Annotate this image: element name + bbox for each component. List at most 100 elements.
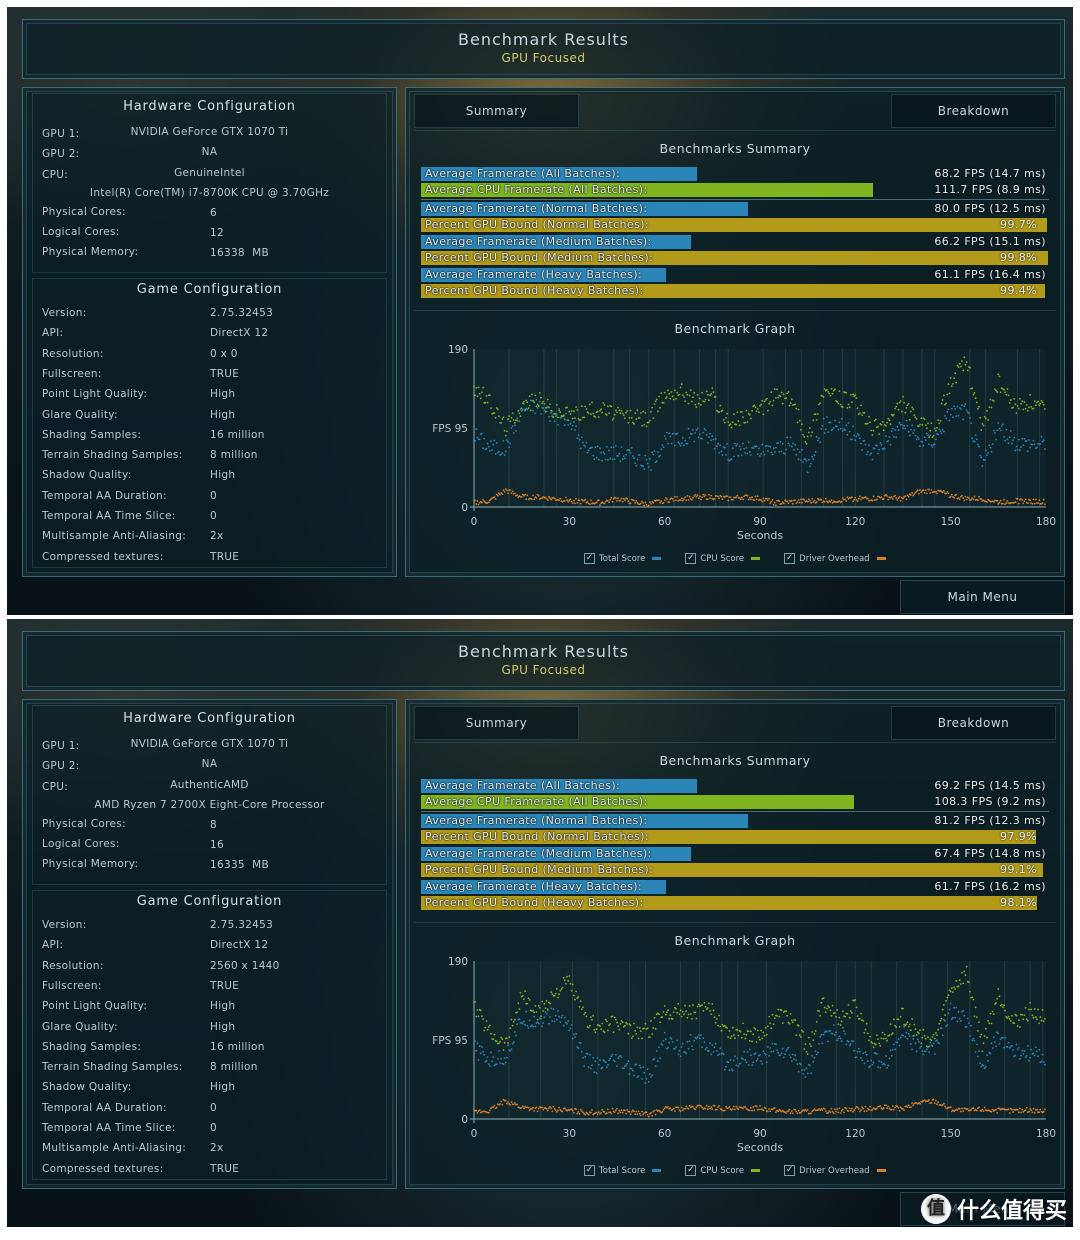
cpu-score-point [658,1013,660,1016]
driver-overhead-point [671,497,674,500]
total-score-point [847,422,850,424]
total-score-point [826,416,828,418]
game-config-value: 16 million [210,428,265,441]
total-score-point [492,443,495,446]
total-score-point [1009,430,1012,432]
physical-cores-value: 8 [210,819,217,831]
total-score-point [1040,435,1043,438]
cpu-score-point [897,408,900,411]
driver-overhead-point [871,1108,874,1111]
cpu-score-point [569,982,572,985]
total-score-point [901,423,903,426]
driver-overhead-point [520,496,523,498]
cpu-score-point [617,406,619,409]
driver-overhead-point [800,1111,802,1114]
cpu-score-point [618,409,621,412]
total-score-point [687,1047,690,1050]
cpu-score-point [493,412,496,414]
total-score-point [857,434,860,436]
cpu-score-point [788,1022,791,1025]
legend-driver-overhead[interactable]: ✓ Driver Overhead [784,553,886,564]
driver-overhead-point [647,504,650,507]
summary-row: Percent GPU Bound (Medium Batches): 99.8% [421,251,1049,265]
total-score-point [751,1064,753,1066]
total-score-point [1032,1052,1035,1055]
tab-breakdown[interactable]: Breakdown [891,94,1056,128]
total-score-point [974,434,977,436]
driver-overhead-point [806,1109,809,1111]
driver-overhead-point [708,493,710,496]
cpu-score-point [1025,1018,1028,1020]
cpu-score-point [571,417,574,420]
main-menu-button[interactable]: Main Menu [900,580,1065,614]
total-score-point [712,438,715,441]
total-score-point [861,449,863,451]
total-score-point [735,1064,738,1067]
cpu-score-point [940,1017,943,1020]
total-score-point [977,443,979,446]
legend-cpu-score[interactable]: ✓ CPU Score [685,1165,761,1176]
total-score-point [995,438,997,441]
checkbox-driver-overhead[interactable]: ✓ [784,553,796,564]
total-score-point [697,1034,700,1036]
total-score-point [622,455,625,458]
total-score-point [827,1040,829,1043]
total-score-point [994,1041,996,1043]
tab-summary[interactable]: Summary [414,94,579,128]
legend-cpu-score[interactable]: ✓ CPU Score [685,553,761,564]
summary-value: 68.2 FPS (14.7 ms) [934,167,1046,180]
driver-overhead-point [742,498,744,501]
driver-overhead-point [810,1112,812,1115]
cpu-score-point [893,1018,895,1021]
legend-total-score[interactable]: ✓ Total Score [584,553,662,564]
total-score-point [916,1038,919,1041]
cpu-score-point [537,1005,540,1007]
legend-total-score[interactable]: ✓ Total Score [584,1165,662,1176]
driver-overhead-point [629,1113,632,1116]
total-score-point [554,1014,557,1017]
checkbox-cpu-score[interactable]: ✓ [685,553,697,564]
cpu-score-point [736,1028,739,1031]
driver-overhead-point [705,1104,708,1107]
tab-breakdown[interactable]: Breakdown [891,706,1056,740]
driver-overhead-point [830,499,833,501]
cpu-score-point [830,387,833,390]
game-config-value: 2x [210,530,224,543]
driver-overhead-point [769,502,772,505]
cpu-score-point [915,418,918,420]
summary-label: Average Framerate (All Batches): [425,779,621,792]
driver-overhead-point [697,497,700,499]
driver-overhead-point [845,1107,848,1110]
total-score-point [609,457,612,460]
cpu-score-point [879,1044,882,1047]
driver-overhead-point [710,494,713,497]
cpu-score-point [676,391,679,394]
cpu-score-point [805,1050,808,1053]
cpu-score-point [527,407,530,410]
checkbox-cpu-score[interactable]: ✓ [685,1165,697,1176]
driver-overhead-point [906,1106,909,1108]
total-score-point [1000,425,1003,427]
legend-driver-overhead[interactable]: ✓ Driver Overhead [784,1165,886,1176]
total-score-point [760,1060,762,1063]
cpu-score-point [742,1022,744,1025]
logical-cores-value: 16 [210,839,224,851]
tab-summary[interactable]: Summary [414,706,579,740]
driver-overhead-point [613,1111,616,1113]
checkbox-total-score[interactable]: ✓ [584,553,595,564]
summary-label: Average Framerate (Medium Batches): [425,847,652,860]
total-score-point [803,1069,806,1071]
driver-overhead-point [856,1106,859,1109]
physical-cores-label: Physical Cores: [42,206,126,218]
total-score-point [601,459,604,462]
total-score-point [626,1062,629,1065]
total-score-point [965,409,968,411]
summary-row: Percent GPU Bound (Normal Batches): 99.7% [421,218,1049,232]
total-score-point [617,455,619,457]
total-score-point [481,1046,483,1048]
cpu-score-point [618,1028,621,1031]
checkbox-total-score[interactable]: ✓ [584,1165,595,1176]
checkbox-driver-overhead[interactable]: ✓ [784,1165,796,1176]
total-score-point [786,1048,789,1051]
total-score-point [905,1031,908,1034]
